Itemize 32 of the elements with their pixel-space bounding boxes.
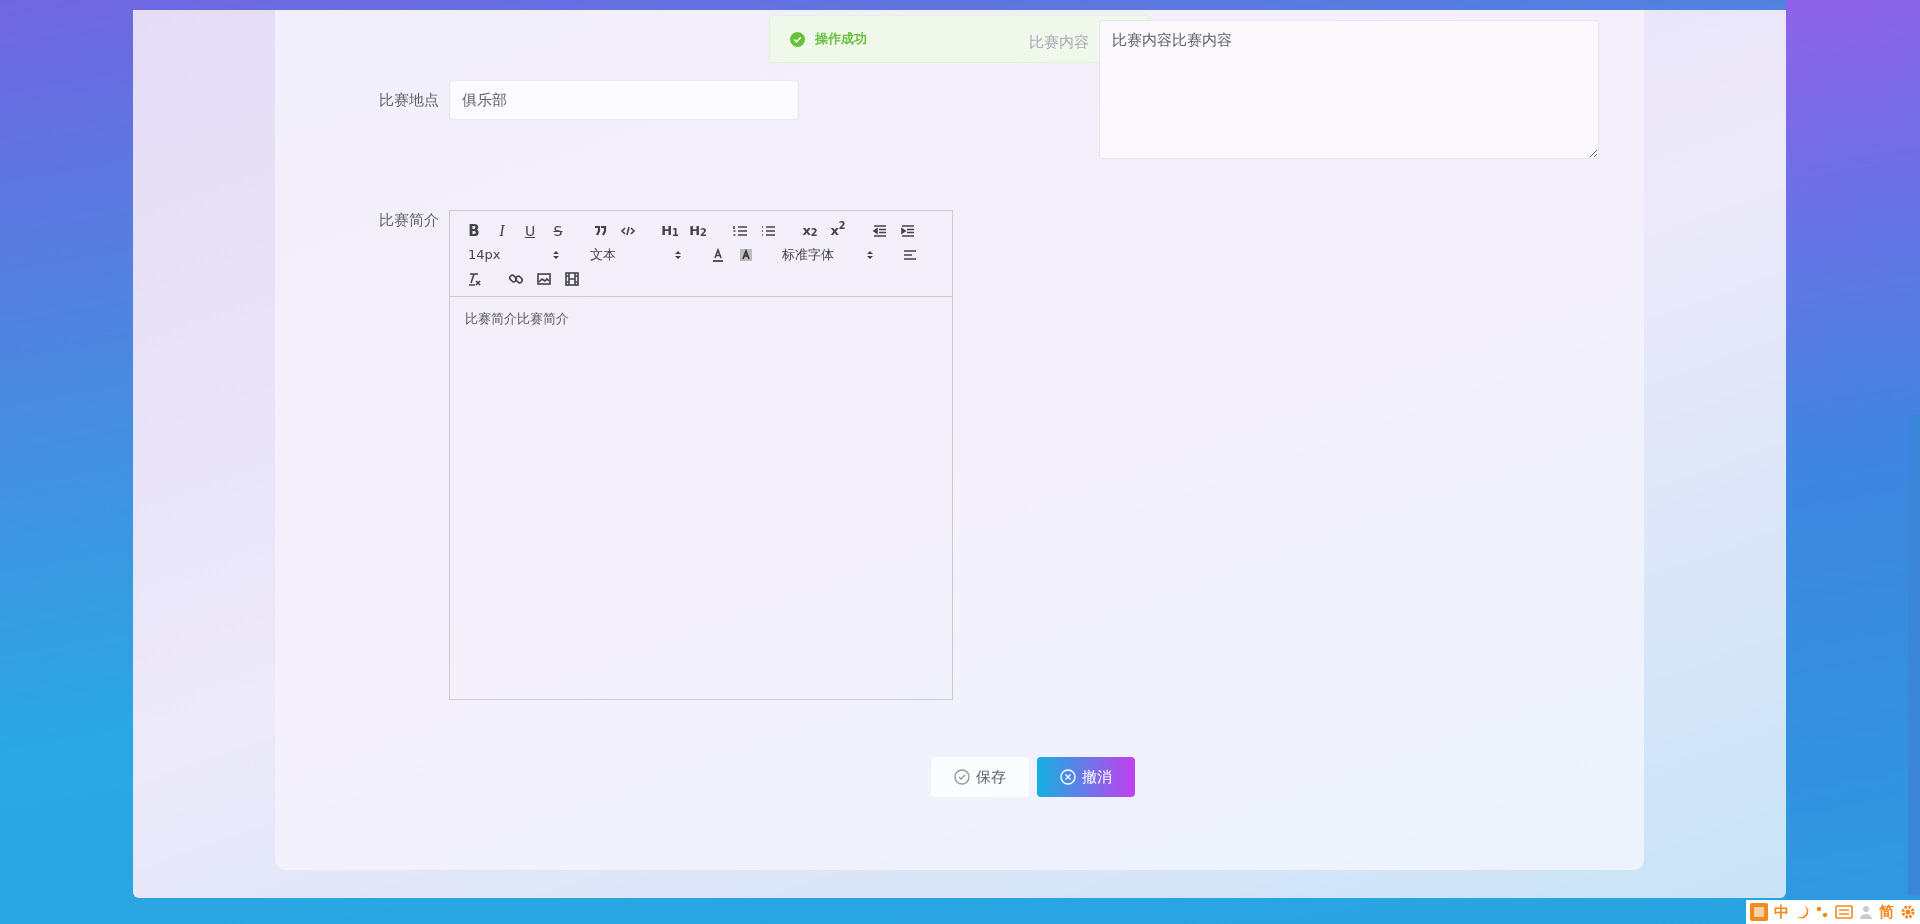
toolbar-select[interactable]: 标准字体: [774, 243, 882, 267]
text-input[interactable]: 俱乐部: [449, 80, 799, 120]
textarea-field[interactable]: 比赛内容比赛内容: [1099, 20, 1599, 159]
film-icon[interactable]: [563, 270, 581, 288]
toast-message: 操作成功: [815, 30, 867, 49]
field-label: 比赛内容: [1028, 32, 1090, 52]
toolbar-select[interactable]: 14px: [460, 243, 568, 267]
check-circle-icon: [954, 769, 970, 785]
close-circle-icon: [1060, 769, 1076, 785]
field-label: 比赛简介: [378, 210, 440, 230]
toolbar-select[interactable]: 文本: [582, 243, 690, 267]
format-button[interactable]: x$^{2}$: [824, 219, 852, 243]
editor-text: 比赛简介比赛简介: [464, 310, 570, 328]
format-button[interactable]: H$_{1}$: [656, 219, 684, 243]
updown-arrow-icon: [552, 249, 560, 261]
format-button[interactable]: B: [460, 219, 488, 243]
outdent-icon[interactable]: [871, 222, 889, 240]
format-button[interactable]: H$_{2}$: [684, 219, 712, 243]
updown-arrow-icon: [674, 249, 682, 261]
updown-arrow-icon: [866, 249, 874, 261]
format-button[interactable]: x$_{2}$: [796, 219, 824, 243]
cancel-button[interactable]: 撤消: [1037, 757, 1135, 797]
image-icon[interactable]: [535, 270, 553, 288]
scrollbar[interactable]: [1908, 415, 1920, 895]
success-icon: [790, 31, 805, 47]
highlight-icon[interactable]: [737, 246, 755, 264]
indent-icon[interactable]: [899, 222, 917, 240]
save-button[interactable]: 保存: [931, 757, 1029, 797]
format-button[interactable]: I: [488, 219, 516, 243]
field-label: 比赛地点: [378, 90, 440, 111]
format-button[interactable]: U: [516, 219, 544, 243]
format-button[interactable]: S: [544, 219, 572, 243]
